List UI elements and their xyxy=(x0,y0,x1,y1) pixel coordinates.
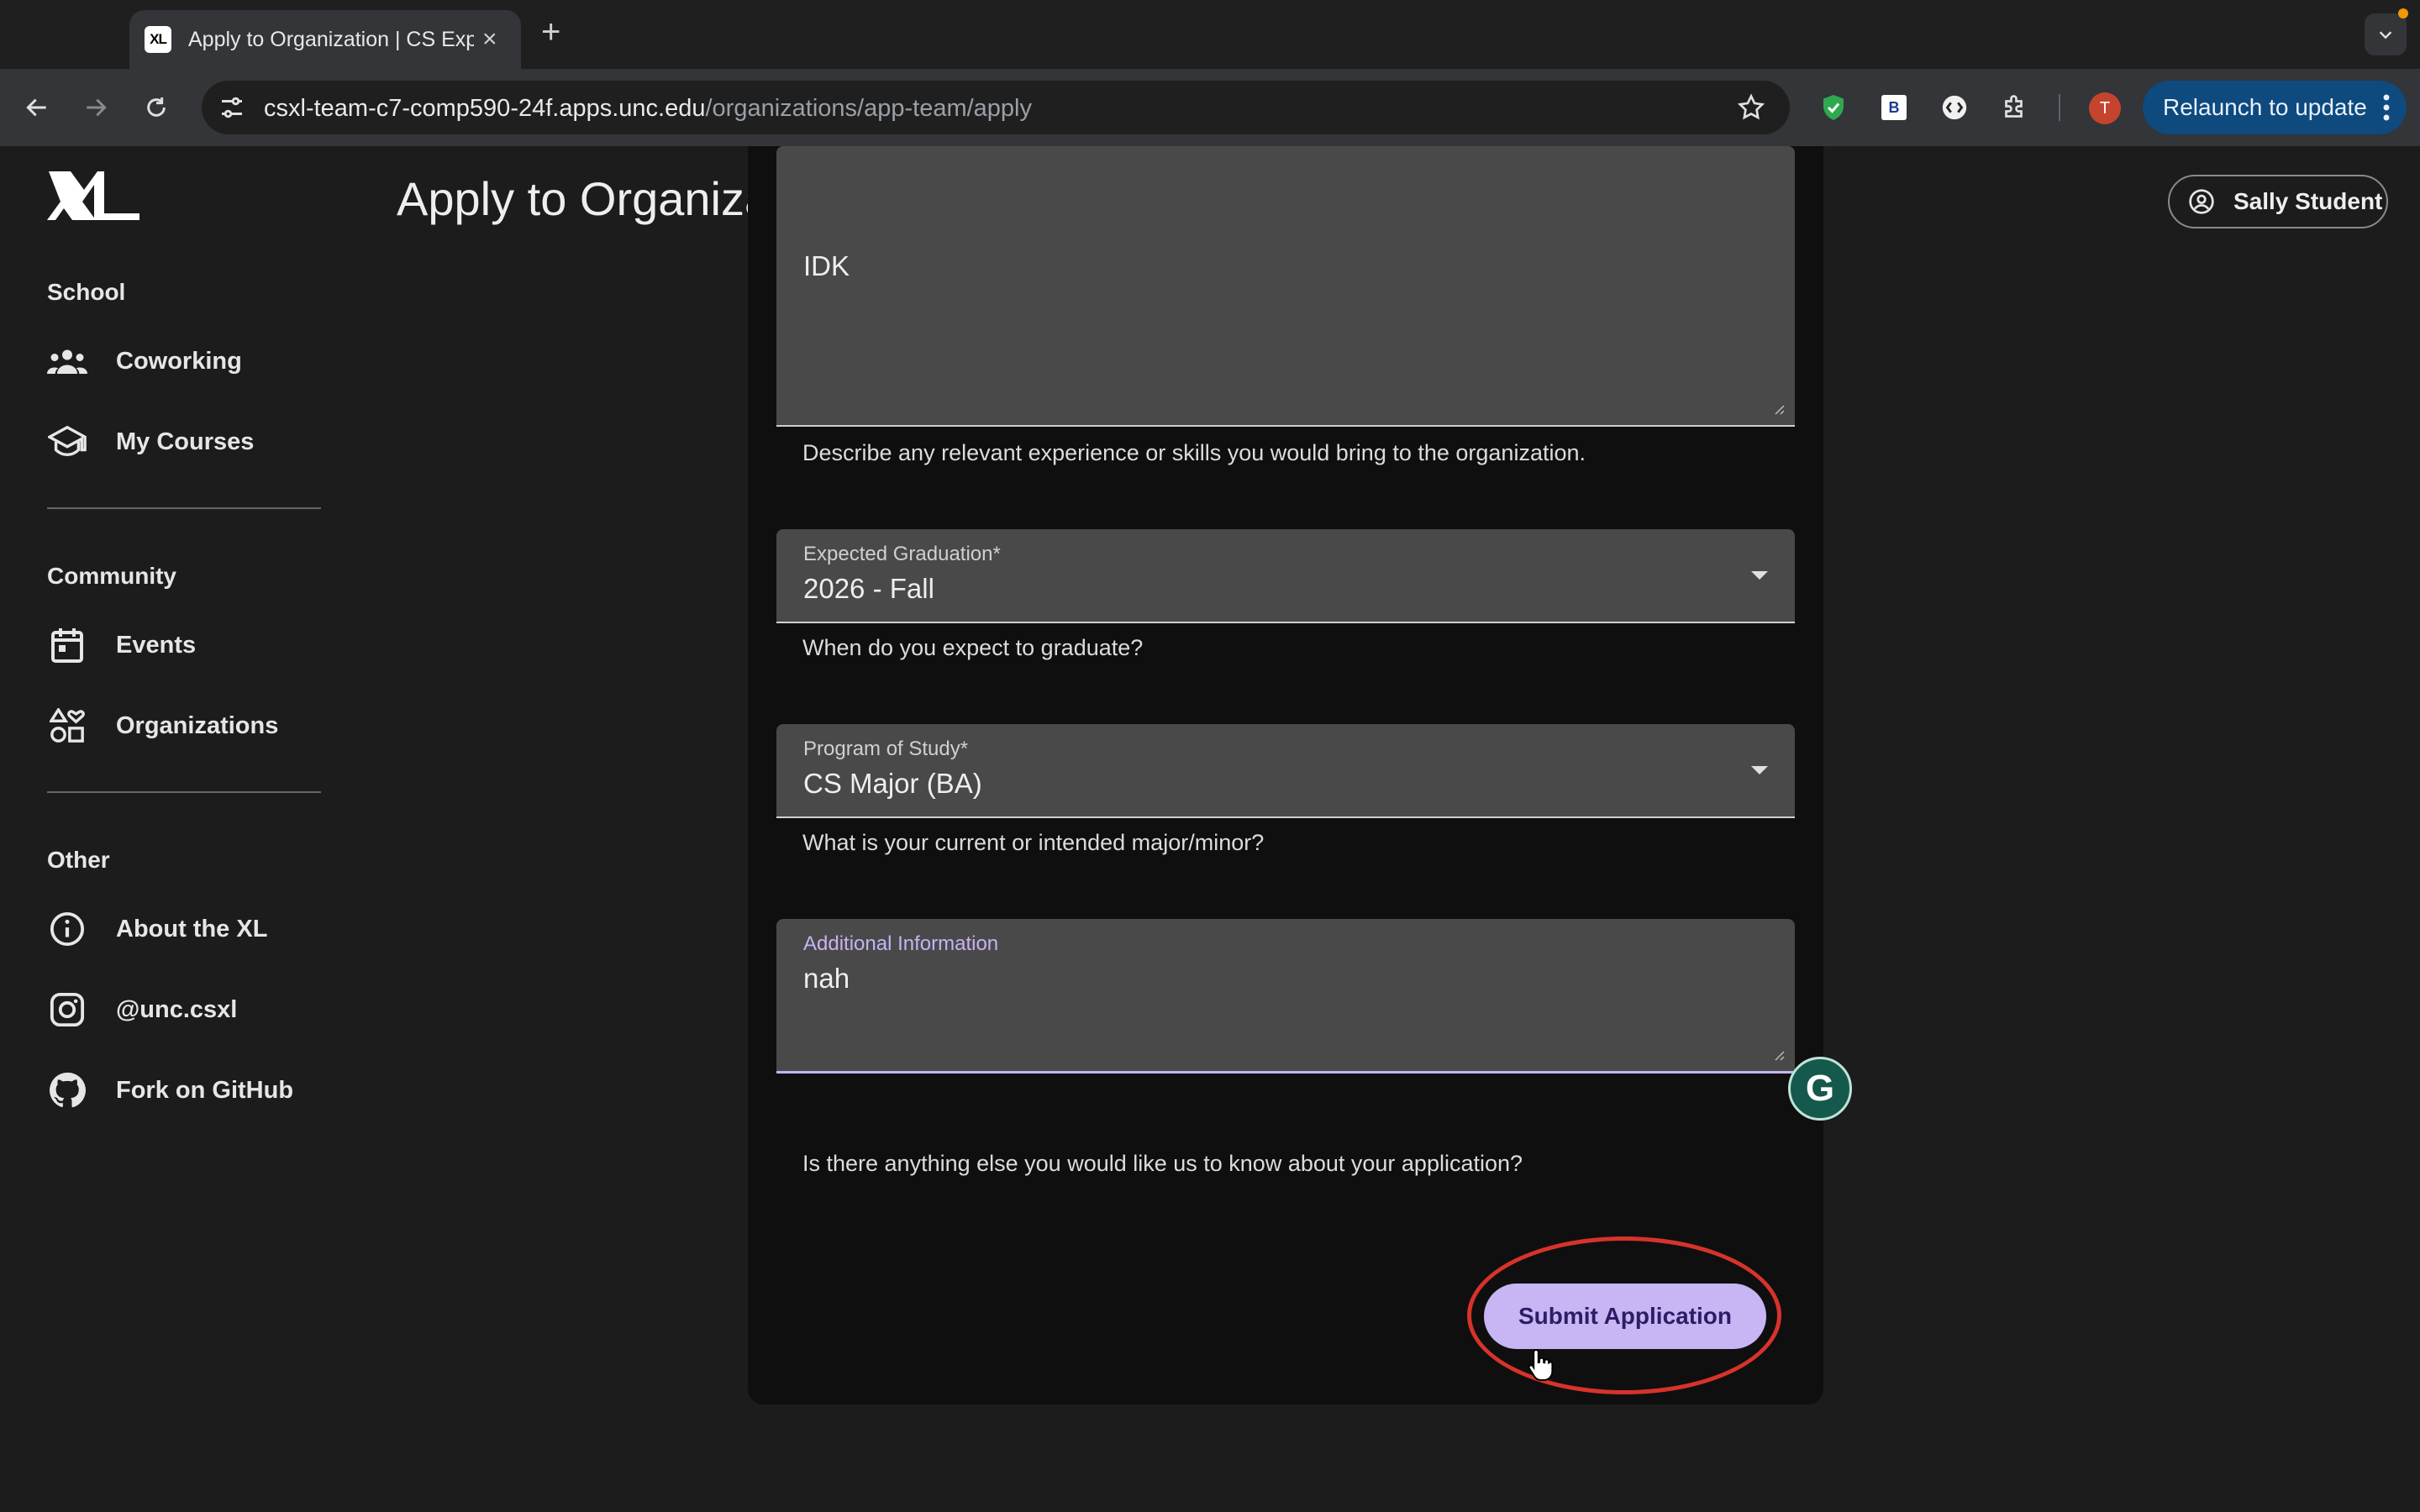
sidebar-item-label: Events xyxy=(116,631,197,659)
url-host: csxl-team-c7-comp590-24f.apps.unc.edu xyxy=(264,95,706,122)
extension-b[interactable]: B xyxy=(1876,89,1912,126)
sidebar-item-label: Coworking xyxy=(116,347,242,375)
shield-check-icon xyxy=(1823,95,1844,120)
shapes-icon xyxy=(47,706,87,746)
url-path: /organizations/app-team/apply xyxy=(705,95,1032,122)
resize-handle-icon[interactable] xyxy=(1771,1047,1785,1061)
browser-tab[interactable]: XL Apply to Organization | CS Experience… xyxy=(129,10,521,69)
account-circle-icon xyxy=(2189,189,2214,214)
chevron-down-icon xyxy=(2379,31,2392,39)
program-value: CS Major (BA) xyxy=(803,768,982,799)
calendar-icon xyxy=(47,625,87,665)
sidebar-section-school: School xyxy=(47,279,126,305)
forward-button[interactable] xyxy=(77,89,114,126)
site-settings-icon[interactable] xyxy=(217,92,247,123)
extension-code[interactable] xyxy=(1936,89,1973,126)
experience-hint: Describe any relevant experience or skil… xyxy=(802,440,1586,465)
extension-b-icon: B xyxy=(1881,95,1907,120)
arrow-left-icon xyxy=(26,98,46,117)
kebab-menu-icon xyxy=(2383,94,2390,121)
toolbar-divider xyxy=(2059,94,2060,121)
experience-field[interactable]: IDK xyxy=(776,146,1795,427)
sidebar-item-label: My Courses xyxy=(116,428,255,455)
grammarly-icon[interactable]: G xyxy=(1788,1057,1852,1121)
extensions-button[interactable] xyxy=(1996,89,2033,126)
back-button[interactable] xyxy=(18,89,55,126)
school-icon xyxy=(47,422,87,462)
sidebar-item-my-courses[interactable]: My Courses xyxy=(47,422,254,462)
sidebar-item-coworking[interactable]: Coworking xyxy=(47,341,242,381)
browser-tabstrip: XL Apply to Organization | CS Experience… xyxy=(0,0,2420,69)
code-brackets-icon xyxy=(1942,95,1967,120)
sidebar-section-community: Community xyxy=(47,563,176,589)
sidebar-item-label: Fork on GitHub xyxy=(116,1076,294,1104)
additional-info-value: nah xyxy=(803,963,850,994)
user-name: Sally Student xyxy=(2233,188,2383,214)
graduation-hint: When do you expect to graduate? xyxy=(802,635,1144,660)
sidebar-item-github[interactable]: Fork on GitHub xyxy=(47,1070,293,1110)
address-bar[interactable]: csxl-team-c7-comp590-24f.apps.unc.edu/or… xyxy=(202,81,1790,134)
tab-favicon-icon: XL xyxy=(145,26,171,53)
relaunch-button[interactable]: Relaunch to update xyxy=(2143,81,2407,134)
submit-application-button[interactable]: Submit Application xyxy=(1484,1284,1766,1349)
hand-cursor-icon xyxy=(1528,1348,1554,1381)
update-indicator xyxy=(2398,8,2408,18)
github-icon xyxy=(47,1070,87,1110)
resize-handle-icon[interactable] xyxy=(1771,402,1785,415)
tab-close-icon[interactable]: × xyxy=(482,27,497,52)
sidebar-section-other: Other xyxy=(47,847,110,873)
reload-button[interactable] xyxy=(138,89,175,126)
url-text: csxl-team-c7-comp590-24f.apps.unc.edu/or… xyxy=(264,95,1032,123)
arrow-right-icon xyxy=(87,98,107,117)
program-label: Program of Study* xyxy=(803,738,969,760)
program-select[interactable]: Program of Study* CS Major (BA) xyxy=(776,724,1795,818)
sidebar-divider xyxy=(47,507,321,509)
dropdown-arrow-icon xyxy=(1751,571,1768,580)
dropdown-arrow-icon xyxy=(1751,766,1768,774)
instagram-icon xyxy=(47,990,87,1030)
program-hint: What is your current or intended major/m… xyxy=(802,830,1265,855)
xl-logo-icon[interactable] xyxy=(45,170,143,222)
new-tab-icon[interactable]: + xyxy=(541,15,560,49)
sidebar-item-instagram[interactable]: @unc.csxl xyxy=(47,990,237,1030)
sidebar-item-about[interactable]: About the XL xyxy=(47,909,267,949)
additional-info-label: Additional Information xyxy=(803,932,999,955)
graduation-select[interactable]: Expected Graduation* 2026 - Fall xyxy=(776,529,1795,623)
puzzle-icon xyxy=(2005,95,2023,118)
additional-info-field[interactable]: Additional Information nah xyxy=(776,919,1795,1074)
sidebar-item-label: @unc.csxl xyxy=(116,995,238,1023)
people-icon xyxy=(47,341,87,381)
sidebar-item-label: Organizations xyxy=(116,711,279,739)
sidebar-divider xyxy=(47,791,321,793)
sidebar-item-label: About the XL xyxy=(116,915,268,942)
extension-shield[interactable] xyxy=(1815,89,1852,126)
reload-icon xyxy=(147,97,166,117)
user-profile-button[interactable]: Sally Student xyxy=(2168,175,2388,228)
graduation-value: 2026 - Fall xyxy=(803,573,934,604)
additional-info-hint: Is there anything else you would like us… xyxy=(802,1151,1523,1176)
relaunch-label: Relaunch to update xyxy=(2163,94,2367,120)
graduation-label: Expected Graduation* xyxy=(803,543,1001,565)
tab-title: Apply to Organization | CS Experience La… xyxy=(188,27,474,51)
sidebar-item-events[interactable]: Events xyxy=(47,625,196,665)
tab-search-button[interactable] xyxy=(2365,13,2407,55)
experience-value: IDK xyxy=(803,250,850,281)
profile-avatar[interactable]: T xyxy=(2089,92,2121,124)
bookmark-star-icon[interactable] xyxy=(1736,92,1766,123)
sidebar-item-organizations[interactable]: Organizations xyxy=(47,706,278,746)
info-icon xyxy=(47,909,87,949)
app-viewport: Apply to Organization Sally Student Scho… xyxy=(0,146,2420,1512)
